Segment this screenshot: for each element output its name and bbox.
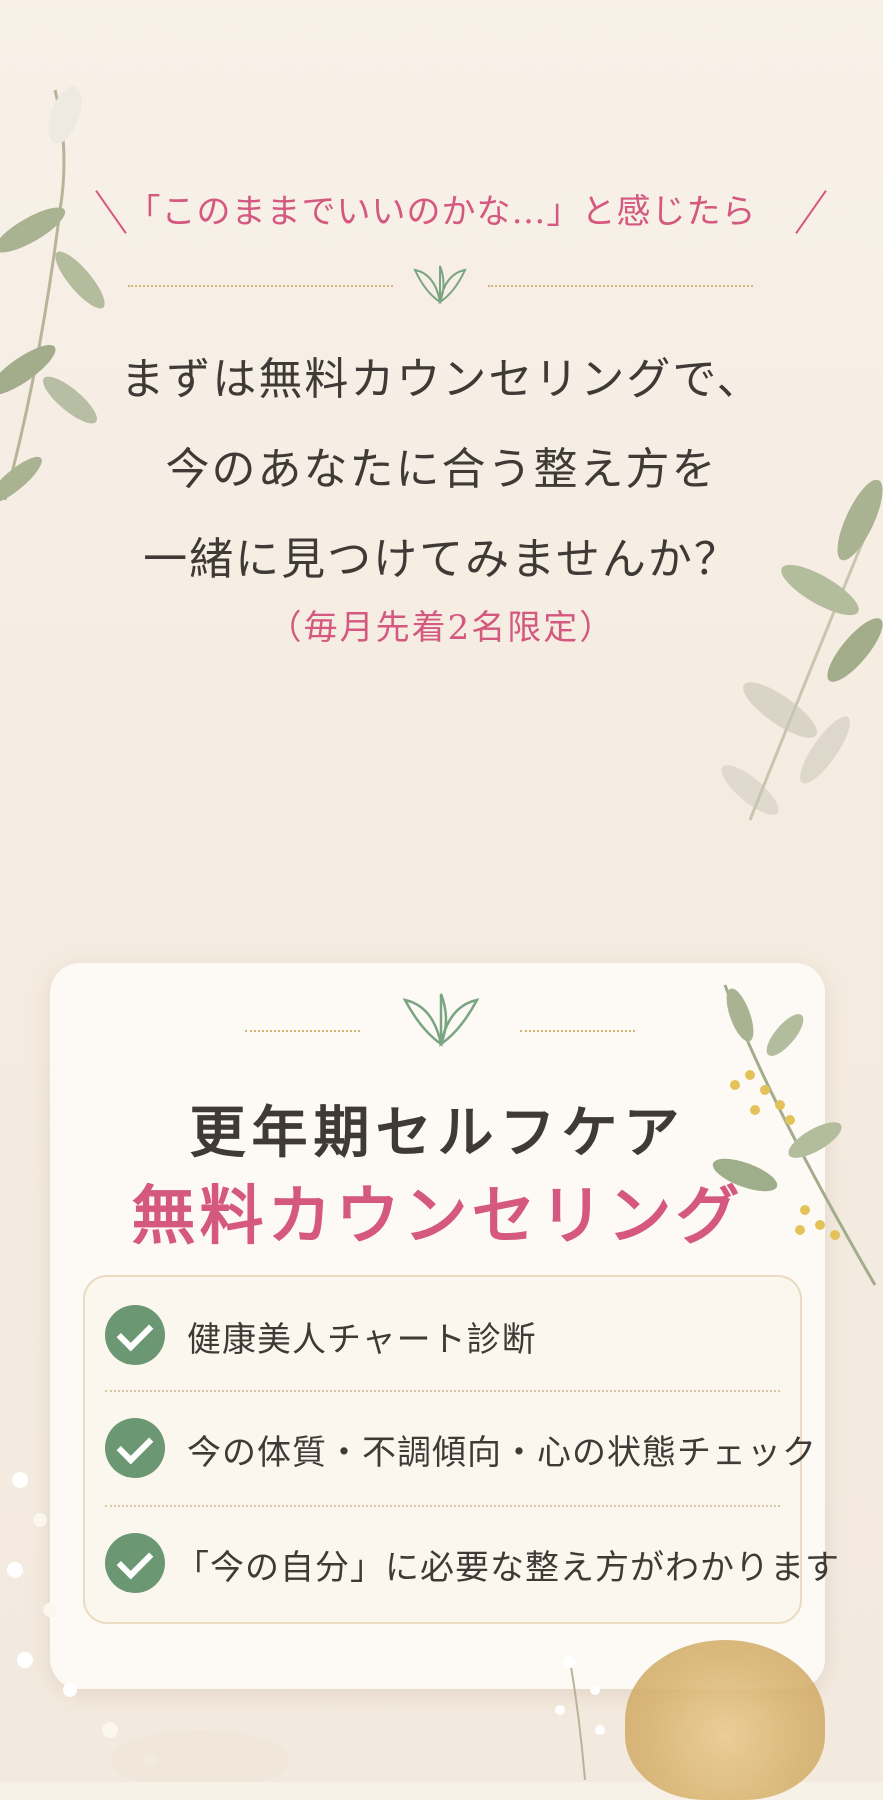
intro-lead-text: 「このままでいいのかな…」と感じたら [126, 192, 757, 232]
list-separator [105, 1390, 780, 1392]
list-item: 健康美人チャート診断 [105, 1300, 785, 1370]
card-divider-right [520, 1030, 635, 1032]
main-copy: まずは無料カウンセリングで、 今のあなたに合う整え方を 一緒に見つけてみませんか… [0, 335, 883, 605]
divider-right [488, 285, 753, 287]
main-copy-line-2: 今のあなたに合う整え方を [165, 444, 718, 495]
card-divider-left [245, 1030, 360, 1032]
main-copy-line-3: 一緒に見つけてみませんか？ [143, 534, 740, 585]
limited-offer-text: （毎月先着2名限定） [267, 608, 616, 648]
small-flower-sprig [555, 1656, 605, 1781]
divider-left [128, 285, 393, 287]
tea-cup-decoration [625, 1640, 825, 1800]
white-flowers-decoration [7, 1472, 290, 1782]
check-icon [105, 1305, 165, 1365]
list-item-label: 健康美人チャート診断 [187, 1320, 537, 1360]
leaf-icon [413, 265, 467, 305]
card-leaf-icon [402, 993, 480, 1047]
main-copy-line-1: まずは無料カウンセリングで、 [120, 354, 763, 405]
card-title: 更年期セルフケア [189, 1100, 686, 1166]
card-subtitle: 無料カウンセリング [131, 1179, 744, 1254]
